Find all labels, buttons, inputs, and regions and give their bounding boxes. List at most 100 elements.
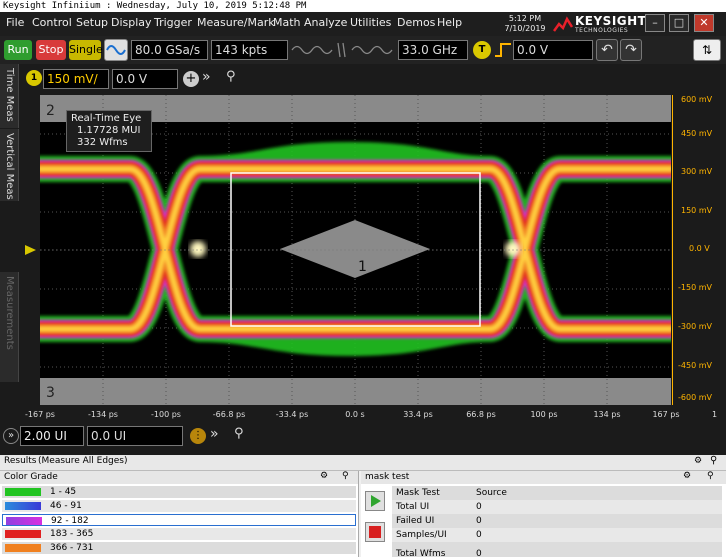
menu-display[interactable]: Display (111, 16, 152, 29)
settings-icon[interactable]: ⚙ (683, 471, 691, 481)
settings-icon[interactable]: ⚙ (694, 456, 702, 466)
tab-measurements-label: Measurements (4, 276, 15, 350)
y-tick-label: -300 mV (678, 322, 712, 331)
mask-test-row-value: 0 (476, 502, 482, 512)
redo-button[interactable]: ↷ (620, 39, 642, 61)
tab-vertical-meas[interactable]: Vertical Meas (0, 129, 19, 201)
x-tick-label: 100 ps (530, 410, 558, 419)
menu-help[interactable]: Help (437, 16, 462, 29)
x-tick-label: 134 ps (593, 410, 621, 419)
results-title: Results (4, 456, 37, 466)
x-tick-label: 167 ps (652, 410, 680, 419)
timebase-expand-icon[interactable]: » (3, 428, 19, 444)
maximize-button[interactable]: □ (669, 14, 689, 32)
y-tick-label: 450 mV (681, 129, 713, 138)
pin-icon[interactable]: ⚲ (342, 471, 349, 481)
pin-icon[interactable]: ⚲ (707, 471, 714, 481)
mask-test-row[interactable]: Total Wfms 0 (392, 542, 722, 557)
close-icon: ✕ (699, 16, 709, 29)
eye-info-wfms: 332 Wfms (77, 137, 128, 148)
mask-test-row[interactable]: Failed UI 0 (392, 514, 722, 528)
keysight-logo: KEYSIGHT TECHNOLOGIES (553, 14, 647, 34)
legend-range: 92 - 182 (51, 516, 89, 526)
channel-1-badge[interactable]: 1 (26, 70, 42, 86)
menu-measure-mark[interactable]: Measure/Mark (197, 16, 275, 29)
results-header: Results (Measure All Edges) ⚙ ⚲ (0, 455, 726, 471)
channel-strip: 1 150 mV/ 0.0 V + » ⚲ (0, 64, 726, 94)
legend-range: 183 - 365 (50, 529, 94, 539)
add-channel-button[interactable]: + (183, 71, 199, 87)
color-grade-title: Color Grade (4, 472, 58, 482)
channel-scale-field[interactable]: 150 mV/ (43, 69, 109, 89)
close-button[interactable]: ✕ (694, 14, 714, 32)
settings-icon[interactable]: ⚙ (320, 471, 328, 481)
mask-test-row[interactable]: Total UI 0 (392, 500, 722, 514)
pin-icon[interactable]: ⚲ (234, 426, 244, 441)
zoom-knob-icon[interactable]: ⋮ (190, 428, 206, 444)
menu-control[interactable]: Control (32, 16, 72, 29)
menu-demos[interactable]: Demos (397, 16, 435, 29)
timebase-scale-field[interactable]: 2.00 UI (20, 426, 84, 446)
color-grade-panel: Color Grade ⚙ ⚲ 1 - 45 46 - 91 92 - 182 … (0, 471, 359, 557)
auto-scale-button[interactable] (104, 39, 128, 61)
mask-test-header-row: Mask Test Source (392, 486, 722, 500)
mask-test-row-label: Failed UI (396, 516, 435, 526)
x-tick-label: -66.8 ps (212, 410, 246, 419)
legend-row[interactable]: 366 - 731 (2, 542, 356, 554)
tab-measurements[interactable]: Measurements (0, 272, 19, 382)
mask-test-row-label: Total Wfms (396, 549, 446, 557)
menu-setup[interactable]: Setup (76, 16, 108, 29)
x-tick-label: 66.8 ps (466, 410, 496, 419)
bandwidth-filter-icon[interactable] (290, 40, 396, 60)
y-tick-label: -150 mV (678, 283, 712, 292)
mask-test-row-label: Total UI (396, 502, 430, 512)
sine-wave-icon (106, 45, 126, 55)
pin-icon[interactable]: ⚲ (710, 455, 717, 466)
y-tick-label: -450 mV (678, 361, 712, 370)
trigger-level-field[interactable]: 0.0 V (513, 40, 593, 60)
stop-button[interactable]: Stop (36, 40, 66, 60)
menu-trigger[interactable]: Trigger (154, 16, 192, 29)
menu-file[interactable]: File (6, 16, 24, 29)
auto-setup-button[interactable]: ⇅ (693, 39, 721, 61)
trigger-badge[interactable]: T (473, 41, 491, 59)
mask-test-start-button[interactable] (365, 491, 385, 511)
pin-icon[interactable]: ⚲ (226, 69, 236, 84)
rising-edge-icon[interactable] (494, 42, 512, 58)
menu-analyze[interactable]: Analyze (304, 16, 347, 29)
menu-math[interactable]: Math (273, 16, 301, 29)
timebase-strip: » 2.00 UI 0.0 UI ⋮ » ⚲ (0, 422, 726, 452)
expand-icon[interactable]: » (210, 426, 219, 442)
trigger-marker-icon[interactable] (24, 244, 38, 256)
brand-name: KEYSIGHT (575, 14, 647, 28)
mask-test-stop-button[interactable] (365, 522, 385, 542)
legend-row-selected[interactable]: 92 - 182 (2, 514, 356, 526)
timebase-position-field[interactable]: 0.0 UI (87, 426, 183, 446)
mask-test-row-label: Samples/UI (396, 530, 447, 540)
tab-vertical-meas-label: Vertical Meas (4, 133, 15, 200)
minimize-button[interactable]: – (645, 14, 665, 32)
undo-button[interactable]: ↶ (596, 39, 618, 61)
mask-marker-center: 1 (358, 259, 367, 275)
expand-icon[interactable]: » (202, 69, 211, 85)
channel-offset-field[interactable]: 0.0 V (112, 69, 178, 89)
redo-icon: ↷ (625, 42, 637, 58)
bandwidth-field[interactable]: 33.0 GHz (398, 40, 468, 60)
memory-depth-field[interactable]: 143 kpts (211, 40, 288, 60)
clock-date: 7/10/2019 (504, 24, 546, 33)
legend-range: 1 - 45 (50, 487, 77, 497)
mask-test-row-value: 0 (476, 516, 482, 526)
sample-rate-field[interactable]: 80.0 GSa/s (131, 40, 208, 60)
legend-row[interactable]: 1 - 45 (2, 486, 356, 498)
menu-utilities[interactable]: Utilities (350, 16, 391, 29)
single-button[interactable]: Single (69, 40, 103, 60)
tab-time-meas[interactable]: Time Meas (0, 64, 19, 128)
maximize-icon: □ (673, 16, 685, 29)
mask-test-row[interactable]: Samples/UI 0 (392, 528, 722, 542)
play-icon (371, 495, 381, 507)
clock: 5:12 PM 7/10/2019 (498, 14, 552, 34)
eye-diagram-plot[interactable]: 2 3 1 Real-Time Eye 1.17728 MUI 332 Wfms (40, 95, 671, 405)
legend-row[interactable]: 46 - 91 (2, 500, 356, 512)
run-button[interactable]: Run (4, 40, 32, 60)
legend-row[interactable]: 183 - 365 (2, 528, 356, 540)
